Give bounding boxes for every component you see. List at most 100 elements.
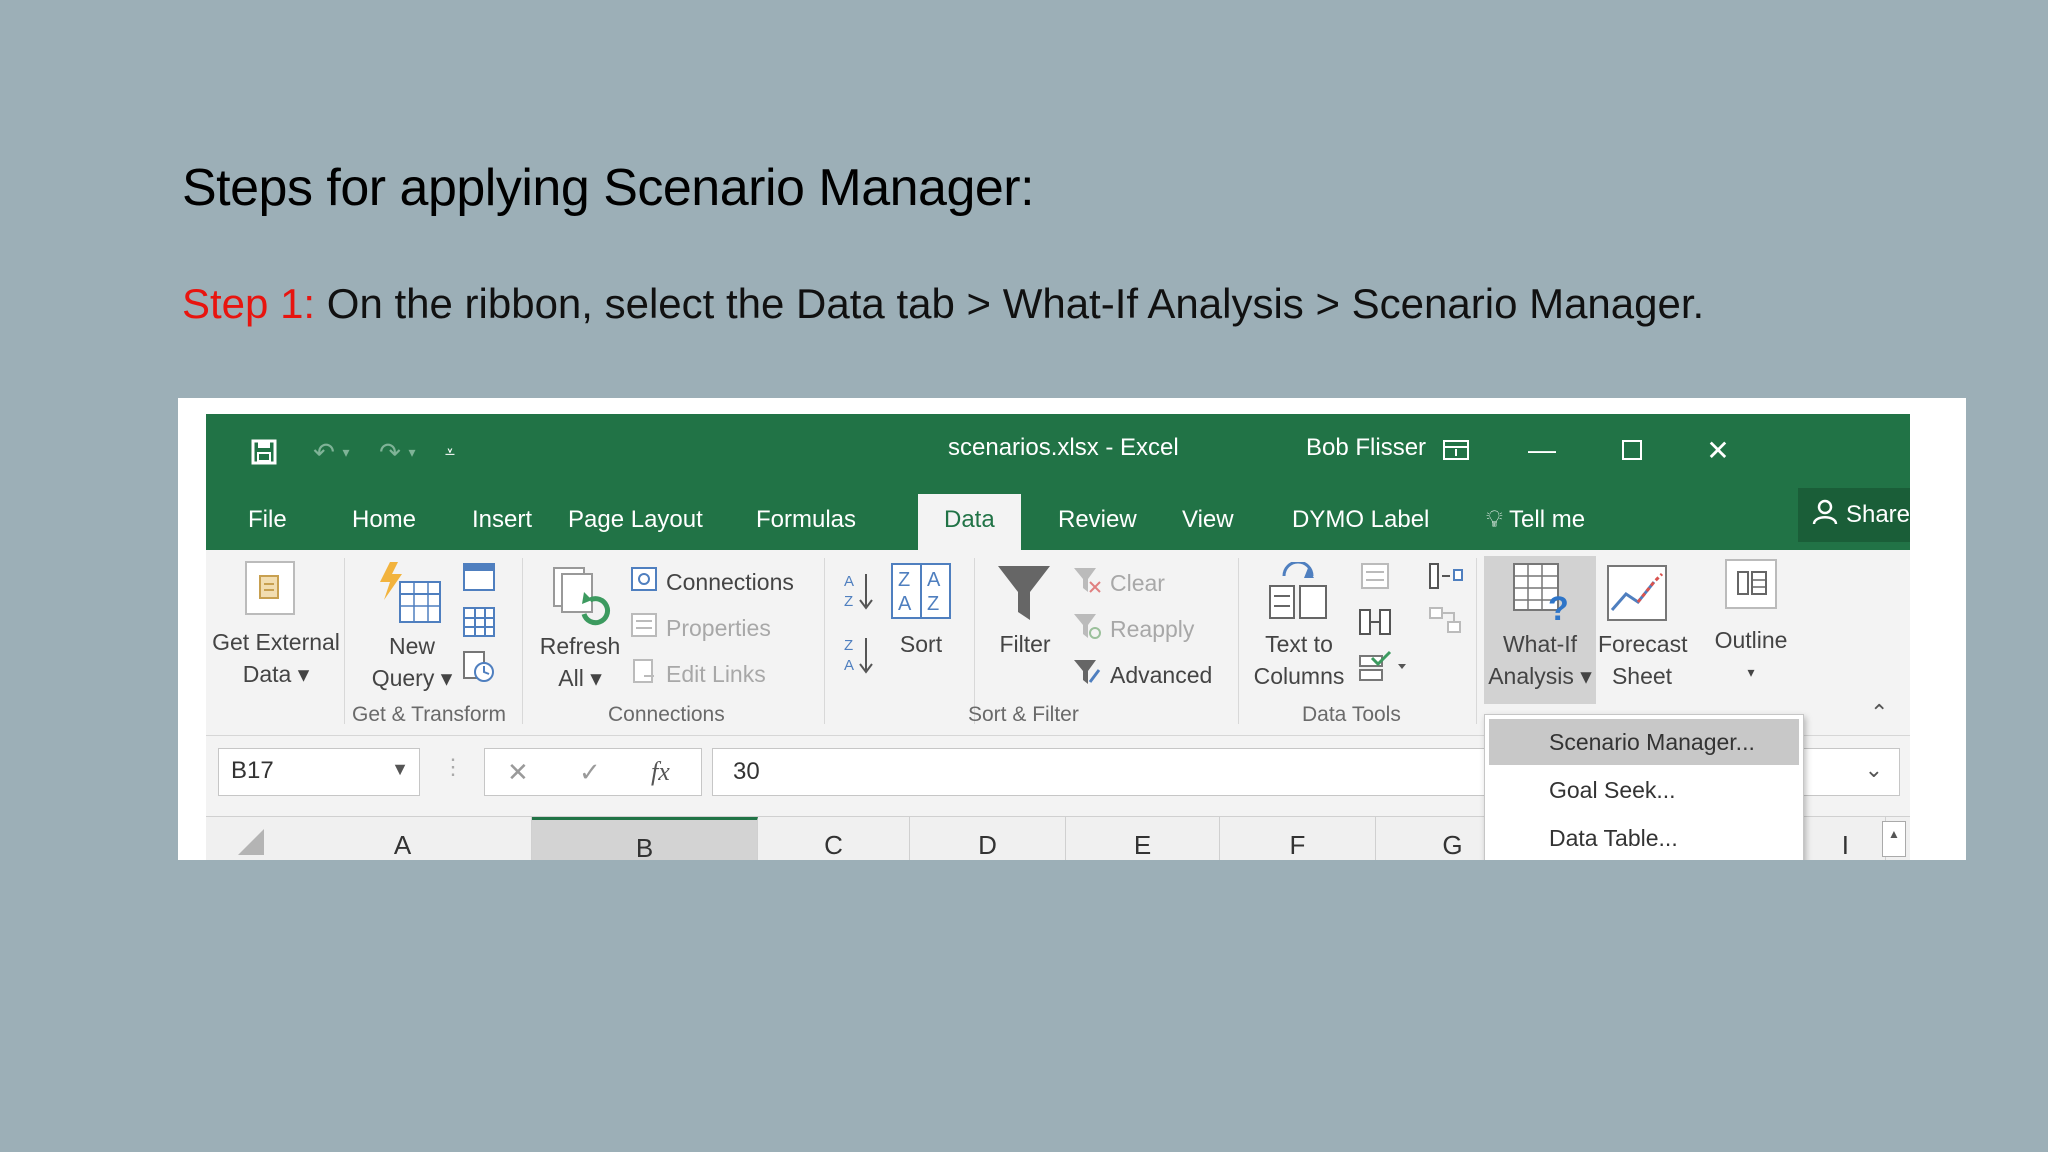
recent-sources-icon[interactable]: [462, 650, 496, 689]
column-header-a[interactable]: A: [274, 817, 532, 860]
svg-text:A: A: [898, 593, 912, 615]
column-header-d[interactable]: D: [910, 817, 1066, 860]
sort-a-to-z-icon[interactable]: AZ: [842, 570, 876, 615]
ribbon: Get External Data ▾ New Query ▾ Get & Tran…: [206, 550, 1910, 736]
insert-function-icon[interactable]: fx: [651, 757, 670, 787]
collapse-ribbon-icon[interactable]: ⌃: [1870, 700, 1888, 726]
enter-icon[interactable]: ✓: [579, 757, 601, 788]
svg-text:A: A: [844, 573, 854, 590]
reapply-button[interactable]: Reapply: [1072, 612, 1194, 646]
menu-item-goal-seek[interactable]: Goal Seek...: [1489, 767, 1799, 813]
tab-file[interactable]: File: [242, 494, 293, 550]
select-all-icon[interactable]: [238, 829, 264, 855]
get-external-data-button[interactable]: Get External Data ▾: [208, 626, 344, 690]
relationships-icon[interactable]: [1428, 606, 1464, 641]
expand-formula-bar-icon[interactable]: ⌄: [1865, 757, 1883, 783]
step-line: Step 1: On the ribbon, select the Data t…: [182, 280, 1704, 328]
refresh-all-button[interactable]: Refresh All ▾: [532, 630, 628, 694]
title-bar: ↶ ▾ ↷ ▾ ⩡ scenarios.xlsx - Excel Bob Fli…: [206, 414, 1910, 550]
cancel-icon[interactable]: ✕: [507, 757, 529, 788]
svg-text:Z: Z: [898, 569, 910, 591]
sort-icon[interactable]: ZAAZ: [890, 562, 952, 625]
tab-data[interactable]: Data: [918, 494, 1021, 550]
redo-dropdown-icon[interactable]: ▾: [394, 434, 430, 470]
separator: [1476, 558, 1477, 724]
group-label-data-tools: Data Tools: [1302, 703, 1401, 726]
outline-button[interactable]: Outline ▾: [1706, 624, 1796, 688]
menu-item-scenario-manager[interactable]: Scenario Manager...: [1489, 719, 1799, 765]
data-validation-icon[interactable]: [1358, 650, 1410, 687]
text-to-columns-icon[interactable]: [1266, 560, 1330, 627]
menu-item-data-table[interactable]: Data Table...: [1489, 815, 1799, 860]
forecast-sheet-button[interactable]: Forecast Sheet: [1598, 628, 1687, 692]
slide-title: Steps for applying Scenario Manager:: [182, 159, 1035, 217]
column-header-c[interactable]: C: [758, 817, 910, 860]
text-to-columns-button[interactable]: Text to Columns: [1246, 628, 1352, 692]
minimize-icon[interactable]: —: [1522, 432, 1562, 468]
user-name[interactable]: Bob Flisser: [1306, 434, 1426, 462]
advanced-filter-icon: [1072, 658, 1102, 692]
group-label-connections: Connections: [608, 703, 725, 726]
share-label: Share: [1845, 501, 1910, 528]
svg-text:Z: Z: [927, 593, 939, 615]
excel-screenshot: ↶ ▾ ↷ ▾ ⩡ scenarios.xlsx - Excel Bob Fli…: [178, 398, 1966, 860]
what-if-analysis-label: What-If Analysis ▾: [1488, 631, 1592, 689]
tab-review[interactable]: Review: [1052, 494, 1143, 550]
formula-buttons: ✕ ✓ fx: [484, 748, 702, 796]
show-queries-icon[interactable]: [462, 562, 496, 597]
consolidate-icon[interactable]: [1428, 562, 1464, 595]
save-icon[interactable]: [246, 434, 282, 470]
remove-duplicates-icon[interactable]: [1358, 606, 1392, 643]
reapply-icon: [1072, 612, 1102, 646]
edit-links-button[interactable]: Edit Links: [630, 658, 766, 690]
close-icon[interactable]: ✕: [1698, 432, 1738, 468]
sort-button[interactable]: Sort: [890, 628, 952, 660]
name-box[interactable]: B17 ▼: [218, 748, 420, 796]
tab-view[interactable]: View: [1176, 494, 1240, 550]
refresh-all-icon[interactable]: [550, 564, 612, 631]
ribbon-display-options-icon[interactable]: [1436, 432, 1476, 468]
tab-insert[interactable]: Insert: [466, 494, 538, 550]
group-label-sort-filter: Sort & Filter: [968, 703, 1079, 726]
name-box-dropdown-icon[interactable]: ▼: [391, 759, 409, 780]
scroll-up-icon[interactable]: ▲: [1882, 821, 1906, 857]
maximize-icon[interactable]: [1612, 432, 1652, 468]
separator: [344, 558, 345, 724]
tab-dymo-label[interactable]: DYMO Label: [1286, 494, 1435, 550]
what-if-analysis-menu: Scenario Manager... Goal Seek... Data Ta…: [1484, 714, 1804, 860]
column-header-f[interactable]: F: [1220, 817, 1376, 860]
column-header-b[interactable]: B: [532, 817, 758, 860]
forecast-sheet-icon[interactable]: [1606, 564, 1668, 627]
undo-dropdown-icon[interactable]: ▾: [328, 434, 364, 470]
connections-button[interactable]: Connections: [630, 566, 794, 598]
formula-bar-handle-icon[interactable]: ⋮: [442, 754, 464, 780]
advanced-button[interactable]: Advanced: [1072, 658, 1212, 692]
group-label-get-transform: Get & Transform: [352, 703, 507, 726]
clear-button[interactable]: Clear: [1072, 566, 1165, 600]
tell-me-box[interactable]: 💡︎ Tell me: [1480, 494, 1591, 550]
new-query-button[interactable]: New Query ▾: [360, 630, 464, 694]
svg-text:?: ?: [1548, 590, 1569, 624]
from-table-icon[interactable]: [462, 606, 496, 643]
excel-window: ↶ ▾ ↷ ▾ ⩡ scenarios.xlsx - Excel Bob Fli…: [206, 414, 1910, 860]
sort-z-to-a-icon[interactable]: ZA: [842, 634, 876, 679]
filter-button[interactable]: Filter: [990, 628, 1060, 660]
tell-me-label: Tell me: [1509, 506, 1586, 533]
tab-page-layout[interactable]: Page Layout: [562, 494, 709, 550]
svg-text:A: A: [844, 657, 854, 674]
clear-filter-icon: [1072, 566, 1102, 600]
outline-icon[interactable]: [1724, 558, 1778, 615]
separator: [1238, 558, 1239, 724]
share-button[interactable]: Share: [1798, 488, 1910, 542]
get-external-data-icon[interactable]: [244, 560, 296, 621]
column-header-e[interactable]: E: [1066, 817, 1220, 860]
properties-button[interactable]: Properties: [630, 612, 771, 644]
tab-home[interactable]: Home: [346, 494, 422, 550]
flash-fill-icon[interactable]: [1360, 562, 1390, 595]
step-label: Step 1:: [182, 280, 316, 327]
new-query-icon[interactable]: [376, 560, 446, 635]
customize-qat-icon[interactable]: ⩡: [432, 434, 468, 470]
filter-icon[interactable]: [994, 562, 1054, 629]
tab-formulas[interactable]: Formulas: [750, 494, 862, 550]
separator: [522, 558, 523, 724]
